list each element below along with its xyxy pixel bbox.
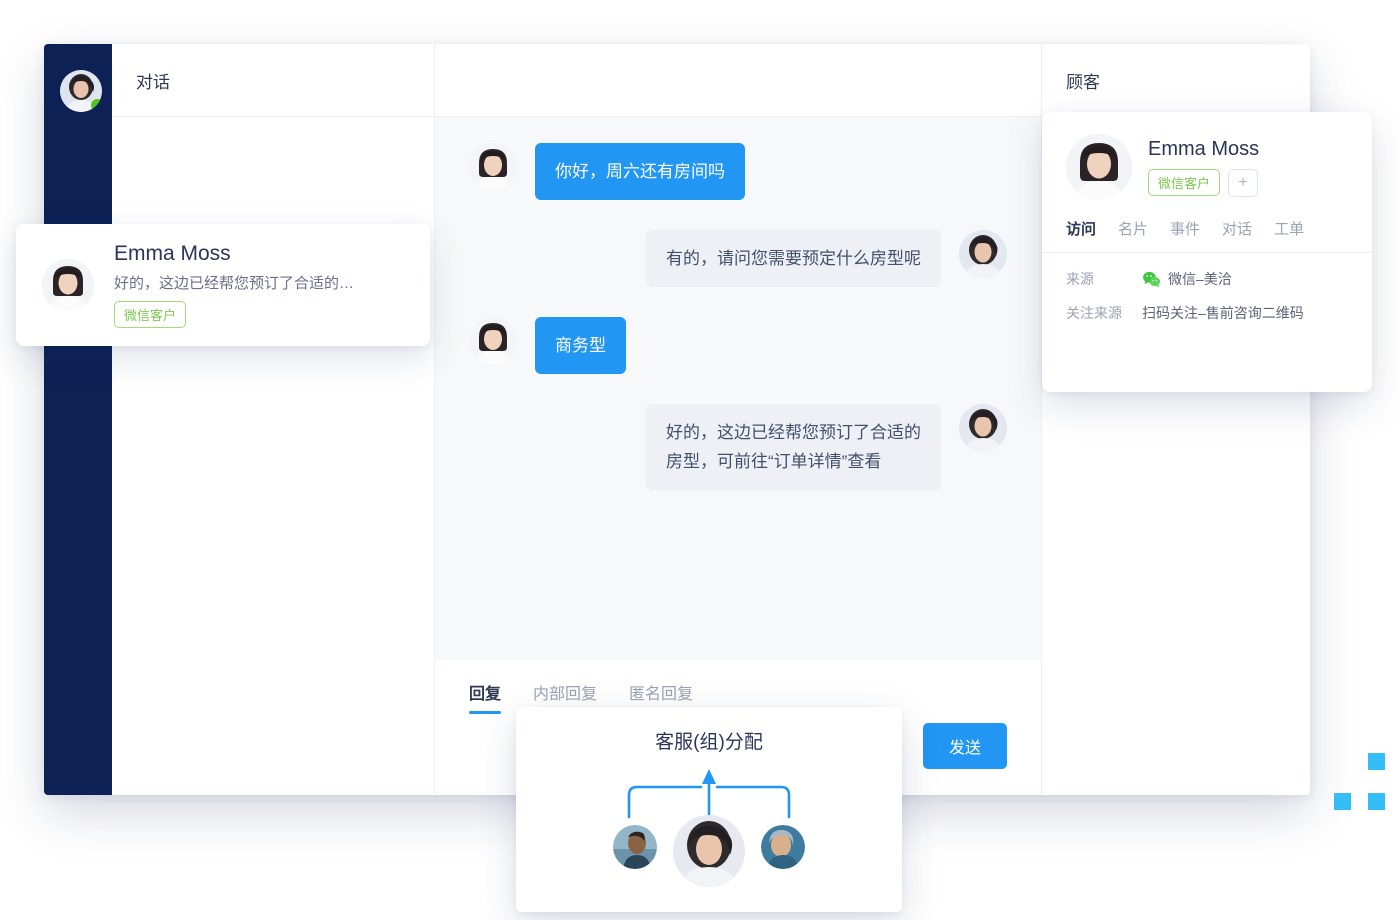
agent-avatar-center-image	[673, 815, 745, 887]
status-badge: 微信客户	[114, 301, 187, 328]
customer-avatar	[469, 317, 517, 365]
chat-column: 你好，周六还有房间吗 有的，请问您需要预定什么房型呢 商务型 好的，这边已经帮您…	[435, 44, 1041, 795]
agent-avatar-left-image	[613, 825, 657, 869]
chat-header	[435, 44, 1041, 117]
agent-assignment-card: 客服(组)分配	[516, 707, 902, 912]
agent-avatar-image	[959, 404, 1007, 452]
message-bubble: 有的，请问您需要预定什么房型呢	[646, 230, 941, 287]
agent-avatar	[959, 230, 1007, 278]
conversation-item-info: Emma Moss 好的，这边已经帮您预订了合适的… 微信客户	[114, 242, 354, 328]
tab-card[interactable]: 名片	[1118, 218, 1148, 252]
customer-profile-card: Emma Moss 微信客户 + 访问 名片 事件 对话 工单 来源 微信–美洽…	[1042, 112, 1372, 392]
status-badge: 微信客户	[1148, 169, 1221, 196]
agent-avatar-center[interactable]	[673, 815, 745, 887]
assignment-title: 客服(组)分配	[655, 732, 763, 753]
customer-avatar	[1066, 134, 1132, 200]
decorative-square	[1334, 793, 1351, 810]
field-value-wrapper: 扫码关注–售前咨询二维码	[1142, 303, 1304, 323]
tab-visits[interactable]: 访问	[1066, 218, 1096, 252]
wechat-icon	[1143, 271, 1161, 287]
customer-tabs: 访问 名片 事件 对话 工单	[1042, 200, 1372, 253]
message-bubble: 你好，周六还有房间吗	[535, 143, 745, 200]
agent-avatar-left[interactable]	[613, 825, 657, 869]
assignment-arrow-diagram	[627, 769, 791, 819]
message-row: 有的，请问您需要预定什么房型呢	[469, 230, 1007, 287]
online-status-dot	[91, 99, 102, 112]
decorative-square	[1368, 793, 1385, 810]
nav-rail	[44, 44, 112, 795]
message-row: 商务型	[469, 317, 1007, 374]
field-label: 关注来源	[1066, 305, 1122, 321]
send-button[interactable]: 发送	[922, 723, 1007, 769]
tab-conversations[interactable]: 对话	[1222, 218, 1252, 252]
tab-tickets[interactable]: 工单	[1274, 218, 1304, 252]
conversation-item-name: Emma Moss	[114, 242, 231, 265]
customer-name: Emma Moss	[1148, 137, 1260, 160]
customer-avatar-image	[469, 143, 517, 191]
conversation-list[interactable]	[112, 117, 434, 795]
conversation-avatar	[42, 259, 94, 311]
agent-avatar-right-image	[761, 825, 805, 869]
conversation-column-title: 对话	[112, 44, 434, 117]
message-row: 你好，周六还有房间吗	[469, 143, 1007, 200]
field-row: 来源 微信–美洽	[1066, 269, 1348, 289]
conversation-column: 对话	[112, 44, 435, 795]
agent-avatar-right[interactable]	[761, 825, 805, 869]
customer-badges: 微信客户 +	[1148, 168, 1259, 197]
message-list: 你好，周六还有房间吗 有的，请问您需要预定什么房型呢 商务型 好的，这边已经帮您…	[435, 117, 1041, 660]
customer-identity: Emma Moss 微信客户 +	[1148, 138, 1259, 197]
customer-avatar	[469, 143, 517, 191]
field-value-wrapper: 微信–美洽	[1142, 269, 1232, 289]
message-bubble: 商务型	[535, 317, 626, 374]
customer-fields: 来源 微信–美洽 关注来源 扫码关注–售前咨询二维码	[1042, 253, 1372, 323]
conversation-list-item[interactable]: Emma Moss 好的，这边已经帮您预订了合适的… 微信客户	[16, 224, 430, 346]
tab-events[interactable]: 事件	[1170, 218, 1200, 252]
field-value: 微信–美洽	[1168, 271, 1232, 287]
reply-tabs: 回复 内部回复 匿名回复	[469, 660, 1007, 714]
customer-column-title: 顾客	[1042, 44, 1310, 117]
field-value: 扫码关注–售前咨询二维码	[1142, 305, 1304, 321]
add-tag-button[interactable]: +	[1228, 168, 1259, 197]
tab-reply[interactable]: 回复	[469, 680, 502, 714]
assignment-avatars	[516, 815, 902, 887]
message-bubble: 好的，这边已经帮您预订了合适的 房型，可前往“订单详情”查看	[646, 404, 941, 490]
decorative-square	[1368, 753, 1385, 770]
field-row: 关注来源 扫码关注–售前咨询二维码	[1066, 303, 1348, 323]
message-row: 好的，这边已经帮您预订了合适的 房型，可前往“订单详情”查看	[469, 404, 1007, 490]
customer-avatar-image	[1066, 134, 1132, 200]
conversation-avatar-image	[42, 259, 94, 311]
agent-avatar[interactable]	[60, 70, 102, 112]
field-label: 来源	[1066, 271, 1094, 287]
customer-profile-header: Emma Moss 微信客户 +	[1042, 112, 1372, 200]
agent-avatar-image	[959, 230, 1007, 278]
customer-avatar-image	[469, 317, 517, 365]
conversation-item-preview: 好的，这边已经帮您预订了合适的…	[114, 275, 355, 292]
agent-avatar	[959, 404, 1007, 452]
